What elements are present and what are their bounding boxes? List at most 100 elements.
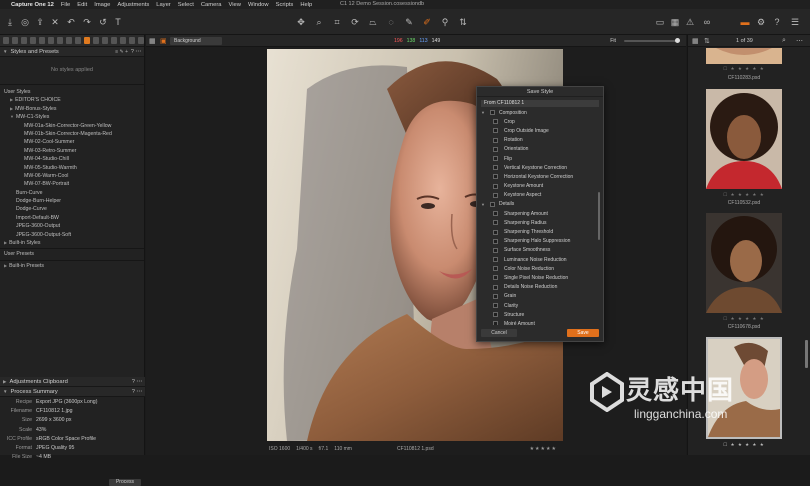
help-question-icon[interactable]: ? xyxy=(132,389,135,395)
checkbox[interactable] xyxy=(493,247,498,253)
checkbox[interactable] xyxy=(493,137,498,143)
background-preset-select[interactable]: Background xyxy=(170,37,222,45)
thumbnail-4-selected[interactable] xyxy=(706,337,782,439)
style-tree-item[interactable]: MW-07-BW-Portrait xyxy=(0,180,144,188)
builtin-styles-node[interactable]: ▶ Built-in Styles xyxy=(0,239,144,247)
checkbox[interactable] xyxy=(493,266,498,272)
dialog-option-row[interactable]: Sharpening Radius xyxy=(481,218,597,227)
process-button[interactable]: Process xyxy=(109,479,141,486)
checkbox[interactable] xyxy=(493,128,498,134)
quick-tab-icon[interactable] xyxy=(111,37,117,44)
checkbox[interactable] xyxy=(493,257,498,263)
style-tree-item[interactable]: JPEG-3600-Output xyxy=(0,222,144,230)
details-tab-icon[interactable] xyxy=(66,37,72,44)
dialog-group-row[interactable]: ▼ Composition xyxy=(481,108,597,117)
dialog-option-row[interactable]: Orientation xyxy=(481,145,597,154)
adjustments-clipboard-header[interactable]: ▶ Adjustments Clipboard ? ⋯ xyxy=(0,377,145,387)
style-tree-item[interactable]: MW-01a-Skin-Corrector-Green-Yellow xyxy=(0,122,144,130)
capture-pilot-icon[interactable]: ▬ xyxy=(740,17,750,27)
dialog-scrollbar[interactable] xyxy=(598,192,600,240)
checkbox[interactable] xyxy=(493,321,498,325)
checkbox[interactable] xyxy=(493,229,498,235)
composition-tab-icon[interactable] xyxy=(30,37,36,44)
dialog-option-row[interactable]: Details Noise Reduction xyxy=(481,283,597,292)
proof-glasses-icon[interactable]: ∞ xyxy=(702,17,712,27)
dialog-option-row[interactable]: Vertical Keystone Correction xyxy=(481,163,597,172)
adjustments-tab-icon[interactable] xyxy=(84,37,90,44)
rotate-tool-icon[interactable]: ⟳ xyxy=(350,17,360,27)
menu-camera[interactable]: Camera xyxy=(201,2,222,8)
zoom-tool-icon[interactable]: ⌕ xyxy=(314,17,324,27)
redo-icon[interactable]: ↷ xyxy=(82,17,92,27)
checkbox[interactable] xyxy=(493,183,498,189)
dialog-option-row[interactable]: Rotation xyxy=(481,136,597,145)
checkbox[interactable] xyxy=(490,201,495,207)
dialog-option-row[interactable]: Single Pixel Noise Reduction xyxy=(481,273,597,282)
single-view-icon[interactable]: ▣ xyxy=(160,37,167,45)
metadata-tab-icon[interactable] xyxy=(75,37,81,44)
dialog-option-row[interactable]: Keystone Amount xyxy=(481,182,597,191)
style-tree-item[interactable]: JPEG-3600-Output-Soft xyxy=(0,231,144,239)
keystone-tool-icon[interactable]: ⏢ xyxy=(368,17,378,27)
more-tab-icon[interactable] xyxy=(138,37,144,44)
menu-view[interactable]: View xyxy=(229,2,241,8)
checkbox[interactable] xyxy=(493,284,498,290)
wb-picker-icon[interactable]: ⚲ xyxy=(440,17,450,27)
checkbox[interactable] xyxy=(493,275,498,281)
output-tab-icon[interactable] xyxy=(93,37,99,44)
more-dots-icon[interactable]: ⋯ xyxy=(136,379,142,385)
browser-grid-icon[interactable]: ▦ xyxy=(692,37,699,45)
menu-image[interactable]: Image xyxy=(94,2,110,8)
checkbox[interactable] xyxy=(493,312,498,318)
color-tab-icon[interactable] xyxy=(48,37,54,44)
menu-scripts[interactable]: Scripts xyxy=(276,2,294,8)
mask-brush-icon[interactable]: ✎ xyxy=(404,17,414,27)
menu-adjustments[interactable]: Adjustments xyxy=(117,2,149,8)
dialog-option-row[interactable]: Horizontal Keystone Correction xyxy=(481,172,597,181)
exposure-warning-icon[interactable]: ⚠ xyxy=(685,17,695,27)
dialog-option-row[interactable]: Crop xyxy=(481,117,597,126)
checkbox[interactable] xyxy=(493,174,498,180)
style-tree-item[interactable]: Dodge-Curve xyxy=(0,205,144,213)
dialog-option-row[interactable]: Luminance Noise Reduction xyxy=(481,255,597,264)
library-tab-icon[interactable] xyxy=(3,37,9,44)
crop-tool-icon[interactable]: ⌗ xyxy=(332,17,342,27)
checkbox[interactable] xyxy=(493,165,498,171)
style-tree-item[interactable]: User Styles xyxy=(0,88,144,96)
style-tree-item[interactable]: MW-05-Studio-Warmth xyxy=(0,164,144,172)
help-icon[interactable]: ? xyxy=(772,17,782,27)
dialog-group-row[interactable]: ▼ Details xyxy=(481,200,597,209)
dialog-option-row[interactable]: Sharpening Halo Suppression xyxy=(481,237,597,246)
dialog-option-row[interactable]: Structure xyxy=(481,310,597,319)
style-tree-item[interactable]: ▶ EDITOR'S CHOICE xyxy=(0,96,144,104)
thumbnail-1[interactable] xyxy=(706,48,782,64)
dialog-option-row[interactable]: Moiré Amount xyxy=(481,319,597,325)
menu-select[interactable]: Select xyxy=(178,2,194,8)
style-tree-item[interactable]: MW-03-Retro-Summer xyxy=(0,147,144,155)
grid-view-icon[interactable]: ▦ xyxy=(149,37,156,45)
dialog-option-row[interactable]: Sharpening Amount xyxy=(481,209,597,218)
checkbox[interactable] xyxy=(493,156,498,162)
dialog-option-row[interactable]: Surface Smoothness xyxy=(481,246,597,255)
zoom-slider-knob[interactable] xyxy=(675,38,680,43)
checkbox[interactable] xyxy=(493,293,498,299)
zoom-slider[interactable] xyxy=(624,38,680,43)
builtin-presets-node[interactable]: ▶ Built-in Presets xyxy=(0,262,144,270)
checkbox[interactable] xyxy=(493,192,498,198)
more-dots-icon[interactable]: ⋯ xyxy=(135,49,141,55)
thumbnail-2[interactable] xyxy=(706,89,782,189)
extra-tab-icon[interactable] xyxy=(129,37,135,44)
style-tree-item[interactable]: Dodge-Burn-Helper xyxy=(0,197,144,205)
settings-icon[interactable]: ☰ xyxy=(790,17,800,27)
browser-scrollbar[interactable] xyxy=(805,340,808,368)
exposure-tab-icon[interactable] xyxy=(39,37,45,44)
user-presets-node[interactable]: User Presets xyxy=(0,250,144,258)
delete-icon[interactable]: ✕ xyxy=(50,17,60,27)
collapse-triangle-icon[interactable]: ▼ xyxy=(481,110,485,115)
process-summary-header[interactable]: ▼ Process Summary ? ⋯ xyxy=(0,387,145,397)
picker-tool-icon[interactable]: ✐ xyxy=(422,17,432,27)
search-tab-icon[interactable] xyxy=(120,37,126,44)
style-tree-item[interactable]: ▶ MW-Bonus-Styles xyxy=(0,105,144,113)
style-tree-item[interactable]: Import-Default-BW xyxy=(0,214,144,222)
browser-more-icon[interactable]: ⋯ xyxy=(796,37,803,45)
